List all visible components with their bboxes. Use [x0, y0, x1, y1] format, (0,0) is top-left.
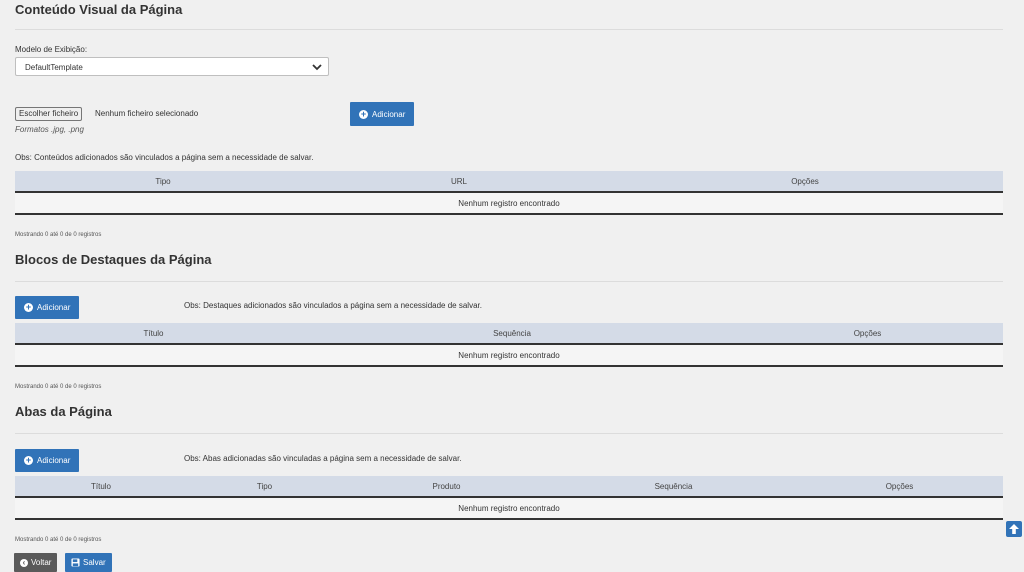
save-icon [71, 558, 80, 567]
col-tipo[interactable]: Tipo [187, 476, 342, 496]
add-highlight-button[interactable]: + Adicionar [15, 296, 80, 319]
col-opcoes: Opções [885, 481, 914, 491]
back-button[interactable]: ‹ Voltar [14, 553, 58, 572]
model-select-value: DefaultTemplate [25, 63, 83, 72]
file-status: Nenhum ficheiro selecionado [95, 109, 199, 118]
add-visual-button[interactable]: + Adicionar [350, 102, 415, 126]
arrow-up-icon [1009, 524, 1019, 534]
table-header: Título Sequência Opções [15, 323, 1003, 345]
model-select[interactable]: DefaultTemplate [15, 57, 329, 76]
section-title-visual: Conteúdo Visual da Página [15, 2, 183, 17]
tabs-count: Mostrando 0 até 0 de 0 registros [15, 537, 102, 543]
plus-circle-icon: + [359, 108, 368, 119]
divider [15, 433, 1003, 434]
col-titulo[interactable]: Título [15, 323, 292, 343]
add-tab-label: Adicionar [37, 456, 71, 465]
add-tab-button[interactable]: + Adicionar [15, 449, 80, 472]
section-title-highlights: Blocos de Destaques da Página [15, 252, 212, 267]
col-sequencia[interactable]: Sequência [292, 323, 732, 343]
save-button[interactable]: Salvar [65, 553, 112, 572]
chevron-down-icon [312, 64, 322, 71]
plus-circle-icon: + [24, 455, 33, 465]
add-visual-label: Adicionar [372, 109, 406, 119]
choose-file-button[interactable]: Escolher ficheiro [15, 107, 83, 121]
tabs-obs: Obs: Abas adicionadas são vinculadas a p… [184, 454, 462, 463]
section-title-tabs: Abas da Página [15, 404, 112, 419]
highlights-count: Mostrando 0 até 0 de 0 registros [15, 384, 102, 390]
table-header: Título Tipo Produto Sequência Opções [15, 476, 1003, 498]
model-label: Modelo de Exibição: [15, 45, 88, 54]
save-label: Salvar [83, 558, 106, 567]
scroll-top-button[interactable] [1006, 521, 1022, 537]
tabs-table: Título Tipo Produto Sequência Opções Nen… [15, 476, 1003, 520]
col-tipo[interactable]: Tipo [15, 171, 311, 191]
highlights-table: Título Sequência Opções Nenhum registro … [15, 323, 1003, 367]
col-opcoes: Opções [853, 328, 882, 338]
visual-obs: Obs: Conteúdos adicionados são vinculado… [15, 153, 314, 162]
divider [15, 281, 1003, 282]
back-label: Voltar [31, 558, 52, 567]
col-opcoes: Opções [791, 176, 819, 186]
highlights-obs: Obs: Destaques adicionados são vinculado… [184, 301, 482, 310]
col-url[interactable]: URL [311, 171, 607, 191]
formats-hint: Formatos .jpg, .png [15, 125, 84, 134]
col-titulo[interactable]: Título [15, 476, 187, 496]
arrow-left-circle-icon: ‹ [20, 558, 28, 567]
empty-row: Nenhum registro encontrado [15, 345, 1003, 367]
empty-row: Nenhum registro encontrado [15, 193, 1003, 215]
visual-table: Tipo URL Opções Nenhum registro encontra… [15, 171, 1003, 215]
plus-circle-icon: + [24, 302, 33, 312]
col-sequencia[interactable]: Sequência [551, 476, 796, 496]
visual-count: Mostrando 0 até 0 de 0 registros [15, 232, 102, 238]
divider [15, 29, 1003, 30]
empty-row: Nenhum registro encontrado [15, 498, 1003, 520]
col-produto[interactable]: Produto [342, 476, 551, 496]
table-header: Tipo URL Opções [15, 171, 1003, 193]
add-highlight-label: Adicionar [37, 303, 71, 312]
